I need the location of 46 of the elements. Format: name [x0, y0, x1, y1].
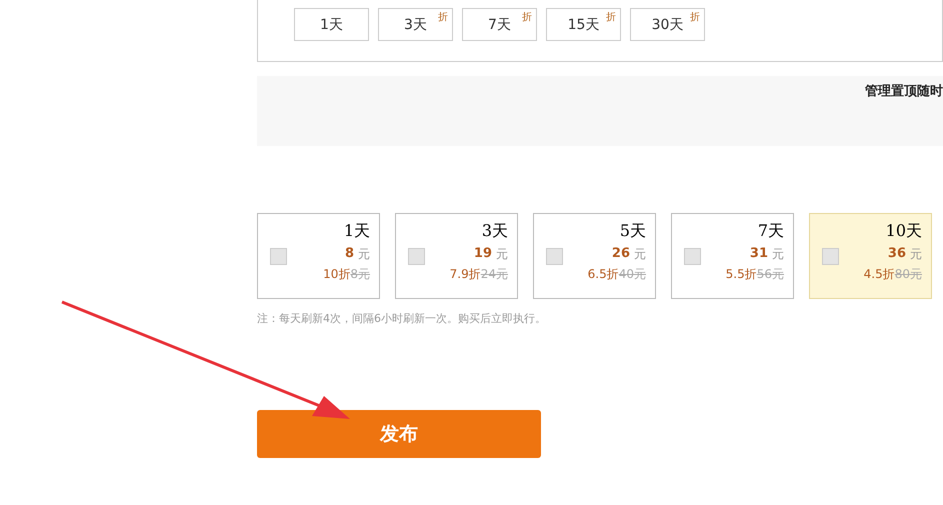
duration-option[interactable]: 7天 折 — [462, 8, 537, 41]
plan-card[interactable]: 10天 36 元 4.5折80元 — [809, 213, 932, 299]
discount-text: 4.5折 — [864, 266, 895, 283]
plan-card[interactable]: 7天 31 元 5.5折56元 — [671, 213, 794, 299]
discount-text: 6.5折 — [588, 266, 619, 283]
plan-card[interactable]: 3天 19 元 7.9折24元 — [395, 213, 518, 299]
checkbox[interactable] — [684, 248, 701, 265]
duration-option[interactable]: 15天 折 — [546, 8, 621, 41]
plan-days: 7天 — [758, 221, 784, 242]
duration-option[interactable]: 3天 折 — [378, 8, 453, 41]
plan-price: 26 — [612, 246, 630, 263]
price-unit: 元 — [496, 246, 508, 263]
original-price: 40元 — [618, 266, 646, 283]
discount-label: 折 — [690, 11, 700, 24]
plan-card[interactable]: 1天 8 元 10折8元 — [257, 213, 380, 299]
plan-days: 1天 — [344, 221, 370, 242]
checkbox[interactable] — [270, 248, 287, 265]
checkbox[interactable] — [408, 248, 425, 265]
note-text: 注：每天刷新4次，间隔6小时刷新一次。购买后立即执行。 — [257, 311, 547, 326]
discount-text: 7.9折 — [450, 266, 481, 283]
plan-price: 31 — [750, 246, 768, 263]
original-price: 56元 — [756, 266, 784, 283]
discount-label: 折 — [438, 11, 448, 24]
original-price: 8元 — [350, 266, 370, 283]
plan-price: 36 — [888, 246, 906, 263]
original-price: 24元 — [480, 266, 508, 283]
plan-price: 8 — [344, 246, 354, 263]
plan-days: 10天 — [886, 221, 922, 242]
checkbox[interactable] — [546, 248, 563, 265]
plan-card[interactable]: 5天 26 元 6.5折40元 — [533, 213, 656, 299]
plan-days: 5天 — [620, 221, 646, 242]
price-unit: 元 — [634, 246, 646, 263]
original-price: 80元 — [894, 266, 922, 283]
discount-label: 折 — [522, 11, 532, 24]
discount-text: 5.5折 — [726, 266, 757, 283]
discount-label: 折 — [606, 11, 616, 24]
plan-price: 19 — [474, 246, 492, 263]
plan-days: 3天 — [482, 221, 508, 242]
duration-option[interactable]: 30天 折 — [630, 8, 705, 41]
checkbox[interactable] — [822, 248, 839, 265]
duration-option[interactable]: 1天 — [294, 8, 369, 41]
price-unit: 元 — [358, 246, 370, 263]
promo-text: 管理置顶随时 — [865, 83, 943, 100]
price-unit: 元 — [772, 246, 784, 263]
price-unit: 元 — [910, 246, 922, 263]
discount-text: 10折 — [323, 266, 350, 283]
